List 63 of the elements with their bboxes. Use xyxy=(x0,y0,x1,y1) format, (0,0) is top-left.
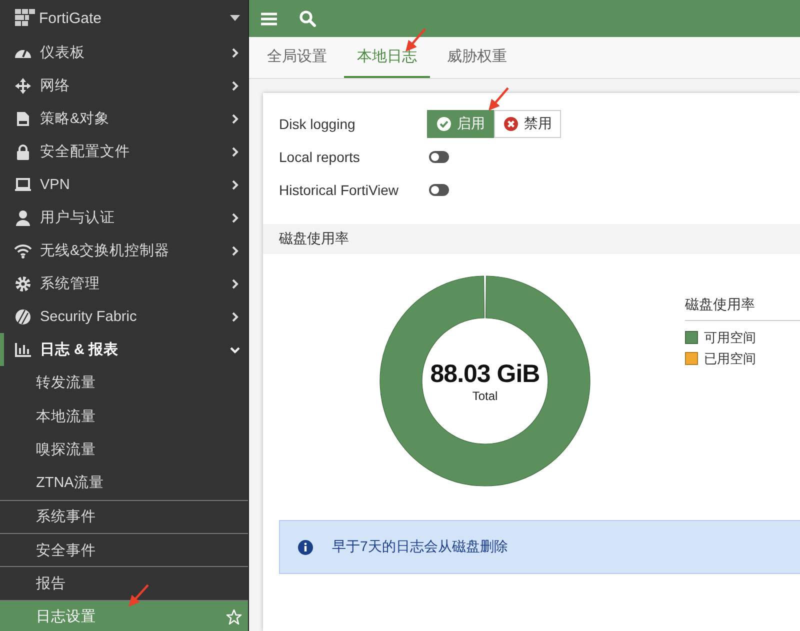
tab[interactable]: 威胁权重 xyxy=(434,37,520,78)
option-button[interactable]: 启用 xyxy=(427,110,494,138)
doc-icon xyxy=(14,110,32,126)
laptop-icon xyxy=(14,176,32,192)
chevron-right-icon xyxy=(230,114,240,124)
chart-icon xyxy=(14,342,32,358)
total-label: Total xyxy=(472,388,498,402)
menu-icon[interactable] xyxy=(261,12,277,26)
chevron-right-icon xyxy=(230,146,240,156)
search-icon[interactable] xyxy=(299,10,316,27)
total-value: 88.03 GiB xyxy=(430,360,540,388)
chevron-right-icon xyxy=(230,312,240,322)
sidebar-item[interactable]: 策略&对象 xyxy=(0,102,248,135)
sidebar-item[interactable]: 仪表板 xyxy=(0,36,248,69)
sidebar-item[interactable]: VPN xyxy=(0,168,248,201)
close-circle-icon xyxy=(503,116,519,132)
chevron-right-icon xyxy=(230,180,240,190)
sidebar-subitem[interactable]: ZTNA流量 xyxy=(0,466,248,500)
sidebar-item[interactable]: 用户与认证 xyxy=(0,201,248,234)
setting-label: Historical FortiView xyxy=(279,182,400,198)
legend-title: 磁盘使用率 xyxy=(685,296,800,321)
chevron-right-icon xyxy=(230,278,240,288)
star-icon[interactable] xyxy=(226,608,242,625)
chevron-right-icon xyxy=(230,80,240,90)
chevron-right-icon xyxy=(230,212,240,222)
legend-label: 已用空间 xyxy=(704,350,756,368)
sidebar-subitem[interactable]: 系统事件 xyxy=(0,500,248,533)
sidebar-subitem[interactable]: 本地流量 xyxy=(0,399,248,433)
tab[interactable]: 本地日志 xyxy=(344,37,430,78)
info-icon xyxy=(298,540,313,554)
sidebar-item[interactable]: 无线&交换机控制器 xyxy=(0,234,248,267)
setting-label: Disk logging xyxy=(279,116,356,132)
chevron-down-icon xyxy=(230,344,240,354)
info-message: 早于7天的日志会从磁盘删除 xyxy=(332,538,508,556)
annotation-arrow xyxy=(488,87,509,111)
fortigate-logo-icon xyxy=(15,9,35,27)
check-circle-icon xyxy=(436,116,452,132)
sidebar-subitem[interactable]: 转发流量 xyxy=(0,366,248,400)
sidebar-subitem[interactable]: 日志设置 xyxy=(0,600,248,631)
move-icon xyxy=(14,78,32,94)
toggle-switch[interactable] xyxy=(429,184,449,196)
sidebar-item[interactable]: 网络 xyxy=(0,69,248,102)
device-name[interactable]: FortiGate xyxy=(39,10,226,26)
sidebar-item[interactable]: Security Fabric xyxy=(0,300,248,333)
section-title: 磁盘使用率 xyxy=(279,230,349,248)
toggle-switch[interactable] xyxy=(429,150,449,162)
lock-icon xyxy=(14,144,32,160)
gear-icon xyxy=(14,276,32,292)
fabric-icon xyxy=(14,308,32,324)
tab[interactable]: 全局设置 xyxy=(254,37,340,78)
user-icon xyxy=(14,210,32,226)
chevron-right-icon xyxy=(230,246,240,256)
legend-label: 可用空间 xyxy=(704,328,756,346)
wifi-icon xyxy=(14,242,32,258)
setting-label: Local reports xyxy=(279,148,361,164)
sidebar-item[interactable]: 安全配置文件 xyxy=(0,135,248,168)
annotation-arrow xyxy=(128,584,149,607)
option-button[interactable]: 禁用 xyxy=(494,110,561,138)
caret-icon[interactable] xyxy=(230,15,240,21)
sidebar-subitem[interactable]: 安全事件 xyxy=(0,532,248,566)
sidebar-item[interactable]: 系统管理 xyxy=(0,267,248,300)
chevron-right-icon xyxy=(230,48,240,58)
sidebar-subitem[interactable]: 嗅探流量 xyxy=(0,432,248,466)
